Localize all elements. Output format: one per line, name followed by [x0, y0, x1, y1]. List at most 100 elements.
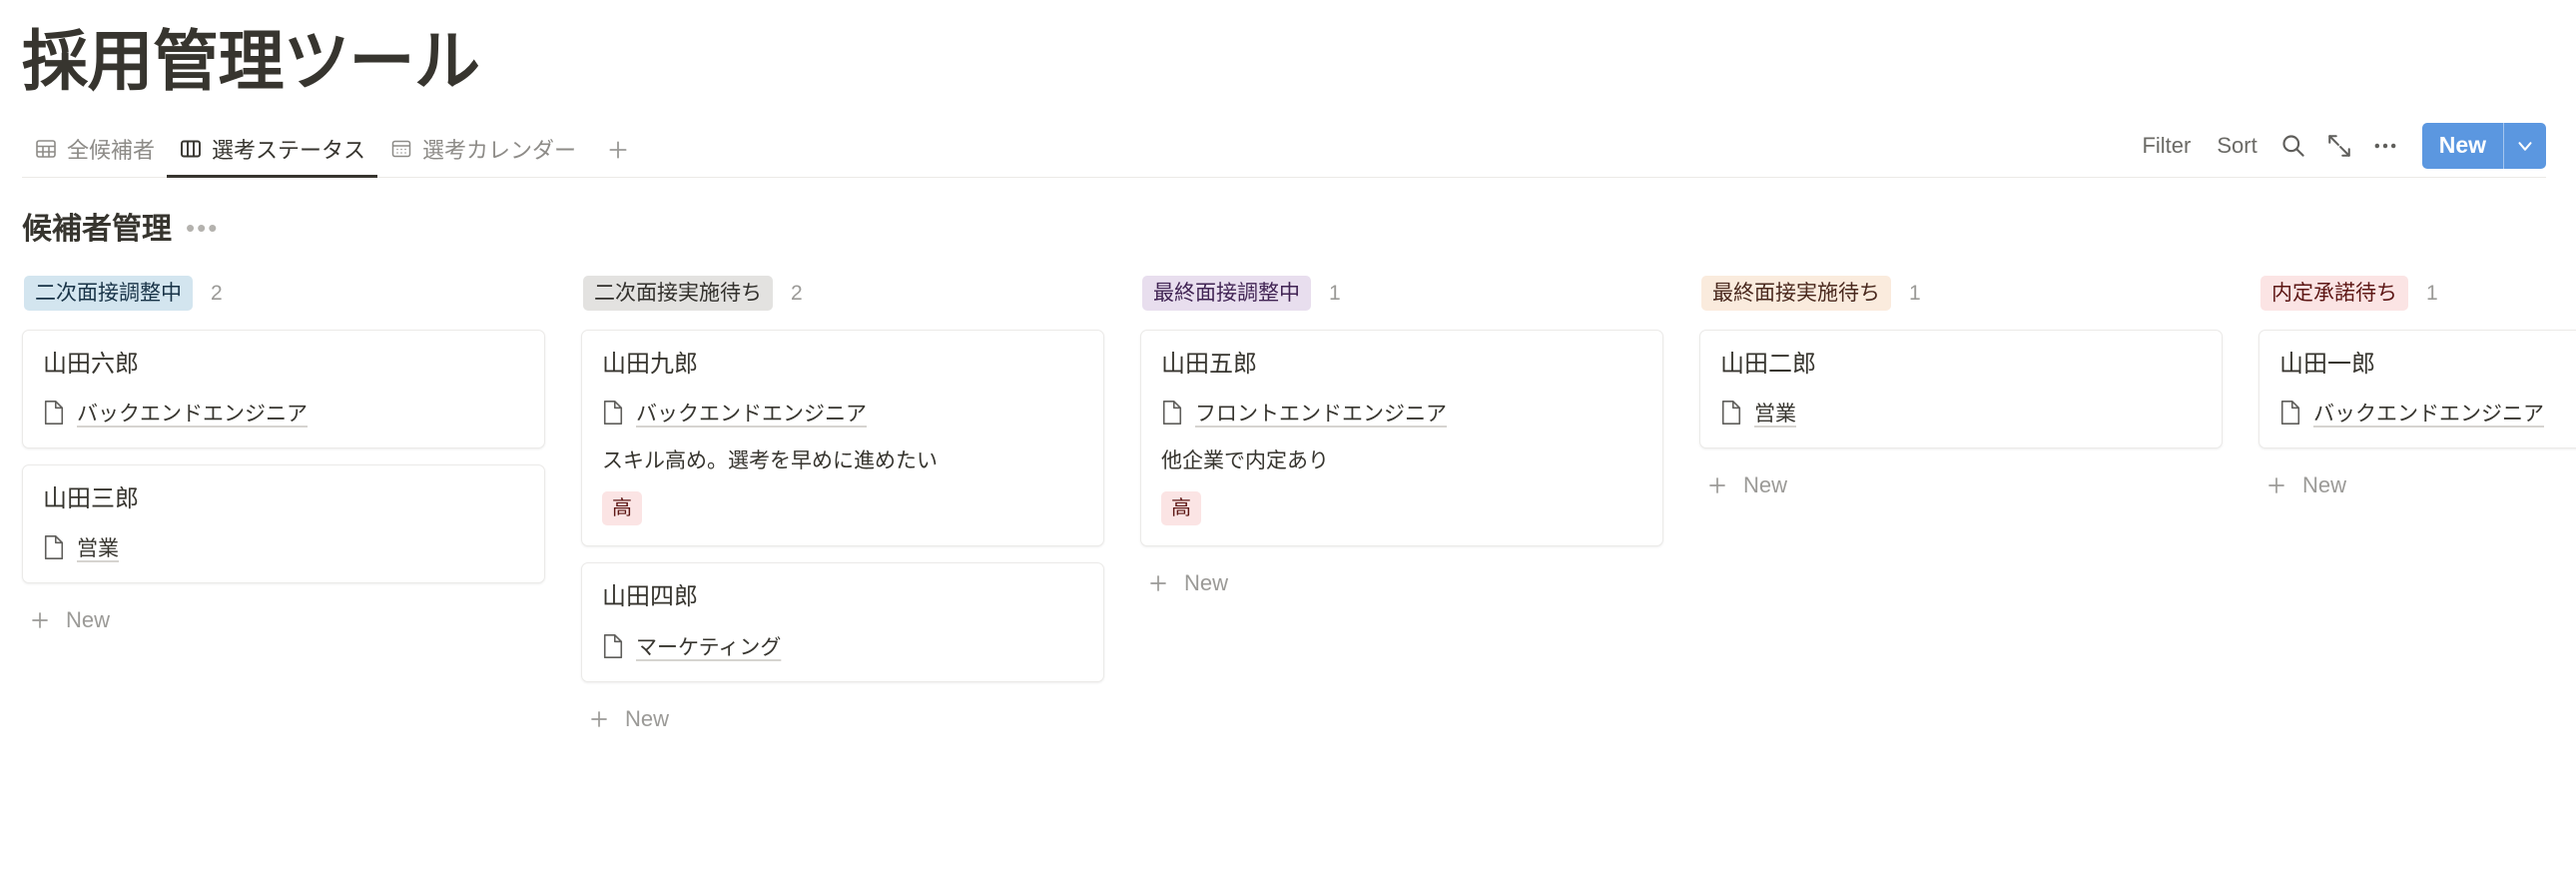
- candidate-role-link[interactable]: バックエンドエンジニア: [636, 398, 867, 428]
- candidate-card[interactable]: 山田五郎フロントエンドエンジニア他企業で内定あり高: [1140, 329, 1663, 547]
- column-header: 二次面接調整中 2: [22, 274, 545, 314]
- add-card-label: New: [66, 607, 111, 633]
- status-badge[interactable]: 二次面接実施待ち: [583, 276, 773, 312]
- ellipsis-icon[interactable]: [2362, 125, 2408, 167]
- document-icon: [602, 633, 624, 659]
- section-menu-icon[interactable]: •••: [186, 211, 219, 241]
- column-header: 最終面接実施待ち 1: [1699, 274, 2223, 314]
- column-count: 1: [2426, 281, 2438, 305]
- document-icon: [43, 534, 65, 560]
- candidate-role-row: マーケティング: [602, 631, 1083, 661]
- document-icon: [1720, 400, 1742, 426]
- candidate-name: 山田五郎: [1161, 350, 1257, 378]
- tab-2[interactable]: 選考ステータス: [167, 127, 378, 178]
- column-cards: 山田六郎バックエンドエンジニア山田三郎営業 New: [22, 329, 545, 641]
- new-button-label: New: [2438, 132, 2486, 159]
- board-column: 二次面接実施待ち 2 山田九郎バックエンドエンジニアスキル高め。選考を早めに進めたい…: [581, 274, 1140, 740]
- status-badge[interactable]: 最終面接実施待ち: [1701, 276, 1891, 312]
- priority-tag: 高: [1161, 491, 1201, 526]
- column-cards: 山田九郎 バックエンドエンジニア スキル高め。選考を早めに進めたい高山田四郎 マーケテ…: [581, 329, 1104, 740]
- candidate-note: スキル高め。選考を早めに進めたい: [602, 449, 938, 473]
- board-column: 最終面接調整中 1 山田五郎フロントエンドエンジニア他企業で内定あり高 New: [1140, 274, 1699, 605]
- sort-button[interactable]: Sort: [2204, 127, 2269, 165]
- board-column: 最終面接実施待ち 1 山田二郎 営業 New: [1699, 274, 2258, 506]
- document-icon: [1161, 400, 1183, 426]
- add-view-button[interactable]: [598, 130, 638, 170]
- section-header: 候補者管理 •••: [0, 178, 2576, 248]
- tab-label: 選考ステータス: [212, 137, 366, 163]
- board-icon: [179, 137, 203, 161]
- candidate-name: 山田九郎: [602, 350, 698, 378]
- column-cards: 山田二郎 営業 New: [1699, 329, 2223, 506]
- candidate-name: 山田三郎: [43, 485, 139, 513]
- candidate-role-row: 営業: [1720, 398, 2202, 428]
- candidate-role-link[interactable]: フロントエンドエンジニア: [1195, 398, 1447, 428]
- candidate-role-link[interactable]: マーケティング: [636, 631, 781, 661]
- view-tabs: 全候補者 選考ステータス 選考カレンダー: [22, 127, 588, 178]
- document-icon: [602, 400, 624, 426]
- candidate-role-row: バックエンドエンジニア: [2279, 398, 2576, 428]
- candidate-role-row: バックエンドエンジニア: [43, 398, 524, 428]
- candidate-name: 山田四郎: [602, 583, 698, 611]
- candidate-name: 山田一郎: [2279, 350, 2375, 378]
- search-icon[interactable]: [2270, 125, 2316, 167]
- candidate-card[interactable]: 山田二郎 営業: [1699, 329, 2223, 449]
- candidate-role-link[interactable]: 営業: [1754, 398, 1796, 428]
- filter-button[interactable]: Filter: [2129, 127, 2204, 165]
- column-count: 1: [1329, 281, 1341, 305]
- page-root: 採用管理ツール 全候補者 選考ステータス 選考カレンダー Filter Sort: [0, 0, 2576, 891]
- plus-icon: [587, 707, 611, 731]
- view-toolbar: Filter Sort New: [2129, 122, 2546, 178]
- candidate-card[interactable]: 山田四郎マーケティング: [581, 562, 1104, 682]
- plus-icon: [2264, 473, 2288, 497]
- candidate-role-row: 営業: [43, 532, 524, 562]
- add-card-button[interactable]: New: [2258, 464, 2576, 506]
- tab-1[interactable]: 全候補者: [22, 127, 167, 178]
- kanban-board: 二次面接調整中 2 山田六郎 バックエンドエンジニア 山田三郎 営業 New 二次面接実施待ち…: [0, 248, 2576, 740]
- candidate-card[interactable]: 山田九郎 バックエンドエンジニア スキル高め。選考を早めに進めたい高: [581, 329, 1104, 547]
- plus-icon: [1705, 473, 1729, 497]
- tab-label: 全候補者: [67, 137, 156, 163]
- status-badge[interactable]: 内定承諾待ち: [2260, 276, 2408, 312]
- column-header: 最終面接調整中 1: [1140, 274, 1663, 314]
- status-badge[interactable]: 二次面接調整中: [24, 276, 193, 312]
- tab-3[interactable]: 選考カレンダー: [377, 127, 588, 178]
- candidate-role-link[interactable]: 営業: [77, 532, 119, 562]
- add-card-label: New: [625, 705, 670, 731]
- add-card-button[interactable]: New: [1140, 562, 1663, 604]
- add-card-button[interactable]: New: [22, 599, 545, 641]
- add-card-button[interactable]: New: [1699, 464, 2223, 506]
- candidate-card[interactable]: 山田一郎バックエンドエンジニア: [2258, 329, 2576, 449]
- candidate-card[interactable]: 山田三郎営業: [22, 464, 545, 584]
- candidate-name: 山田六郎: [43, 350, 139, 378]
- status-badge[interactable]: 最終面接調整中: [1142, 276, 1311, 312]
- candidate-card[interactable]: 山田六郎バックエンドエンジニア: [22, 329, 545, 449]
- add-card-button[interactable]: New: [581, 698, 1104, 740]
- candidate-role-link[interactable]: バックエンドエンジニア: [2313, 398, 2544, 428]
- table-icon: [34, 137, 58, 161]
- candidate-role-row: フロントエンドエンジニア: [1161, 398, 1642, 428]
- candidate-note: 他企業で内定あり: [1161, 449, 1329, 473]
- new-button[interactable]: New: [2421, 122, 2546, 169]
- add-card-label: New: [1184, 570, 1229, 596]
- chevron-down-icon[interactable]: [2504, 123, 2546, 169]
- section-title: 候補者管理: [22, 212, 172, 246]
- column-cards: 山田五郎フロントエンドエンジニア他企業で内定あり高 New: [1140, 329, 1663, 605]
- board-column: 二次面接調整中 2 山田六郎バックエンドエンジニア山田三郎営業 New: [22, 274, 581, 641]
- column-header: 二次面接実施待ち 2: [581, 274, 1104, 314]
- column-count: 1: [1909, 281, 1921, 305]
- board-column: 内定承諾待ち 1 山田一郎バックエンドエンジニア New: [2258, 274, 2576, 506]
- candidate-role-link[interactable]: バックエンドエンジニア: [77, 398, 308, 428]
- expand-icon[interactable]: [2316, 125, 2362, 167]
- column-count: 2: [791, 281, 803, 305]
- column-cards: 山田一郎バックエンドエンジニア New: [2258, 329, 2576, 506]
- document-icon: [2279, 400, 2301, 426]
- calendar-icon: [389, 137, 413, 161]
- page-title: 採用管理ツール: [22, 24, 480, 98]
- plus-icon: [1146, 571, 1170, 595]
- add-card-label: New: [1743, 472, 1788, 498]
- add-card-label: New: [2302, 472, 2347, 498]
- column-count: 2: [211, 281, 223, 305]
- candidate-role-row: バックエンドエンジニア: [602, 398, 1083, 428]
- tab-label: 選考カレンダー: [422, 137, 577, 163]
